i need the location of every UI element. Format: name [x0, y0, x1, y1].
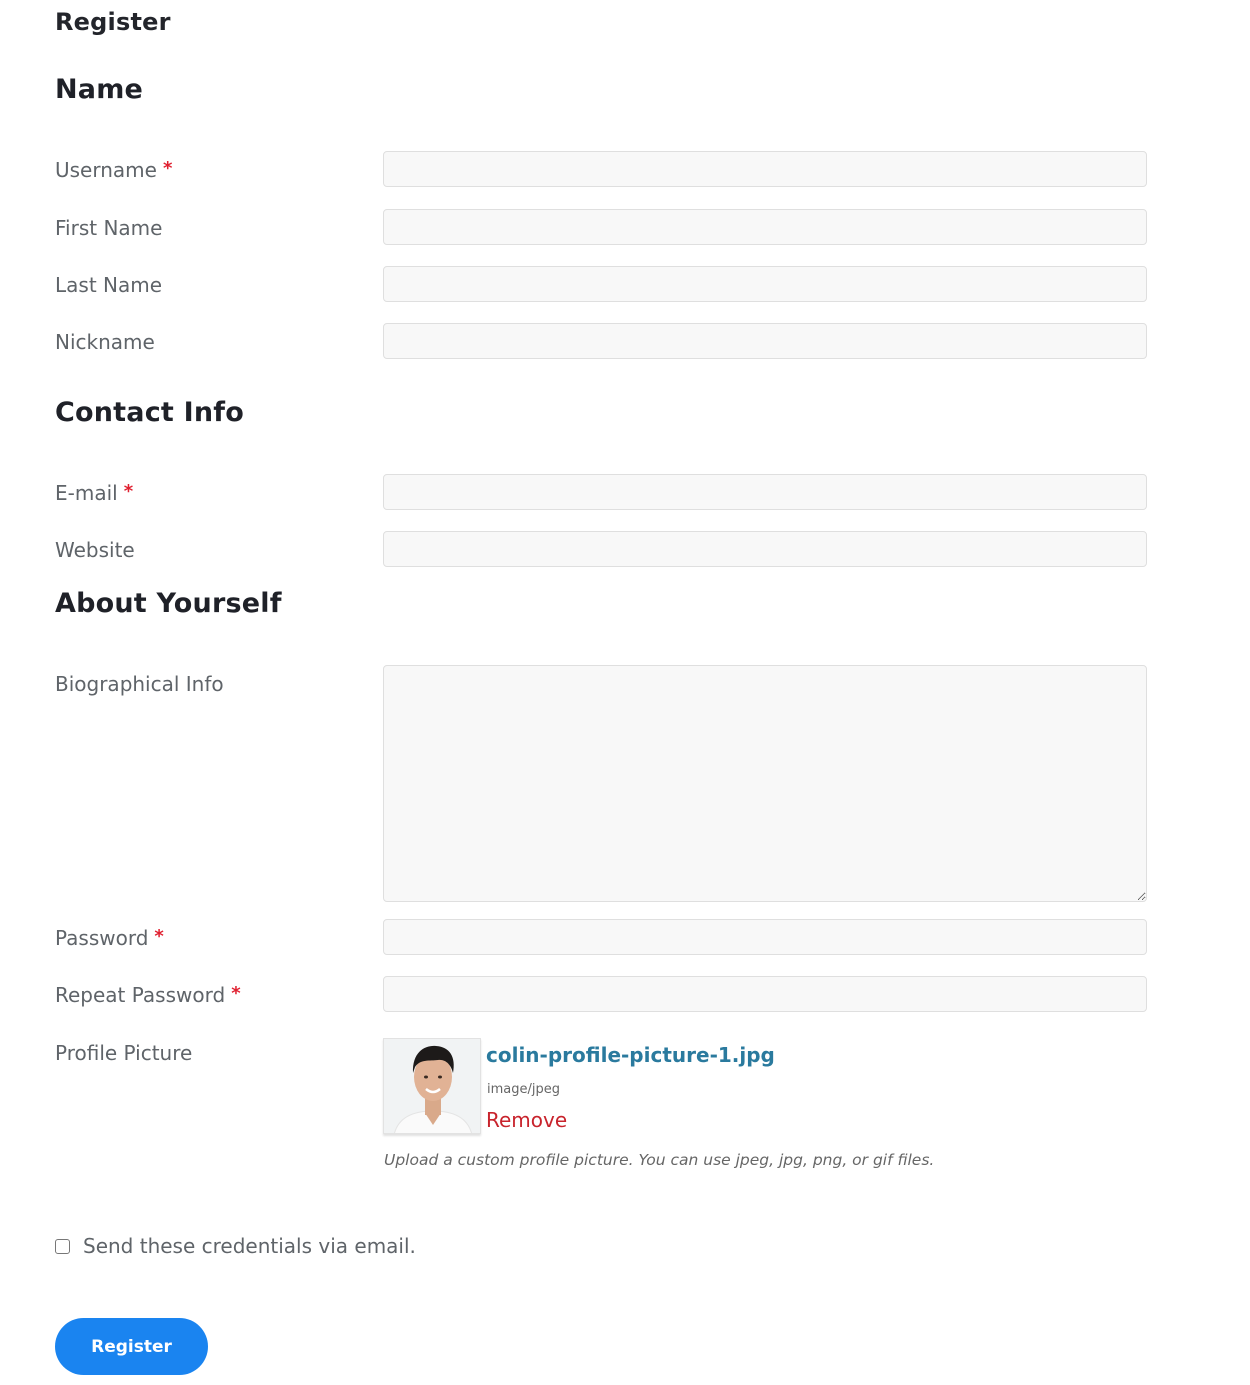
profile-picture-hint: Upload a custom profile picture. You can… — [384, 1151, 935, 1169]
password-label: Password * — [55, 926, 164, 950]
required-asterisk: * — [154, 926, 164, 947]
send-credentials-label[interactable]: Send these credentials via email. — [83, 1234, 416, 1258]
password-input[interactable] — [383, 919, 1147, 955]
profile-picture-file-link[interactable]: colin-profile-picture-1.jpg — [486, 1043, 775, 1067]
section-title-about: About Yourself — [55, 588, 282, 619]
website-input[interactable] — [383, 531, 1147, 567]
repeat-password-input[interactable] — [383, 976, 1147, 1012]
nickname-label: Nickname — [55, 330, 155, 354]
send-credentials-checkbox[interactable] — [55, 1239, 70, 1254]
nickname-input[interactable] — [383, 323, 1147, 359]
required-asterisk: * — [231, 983, 241, 1004]
remove-profile-picture-link[interactable]: Remove — [486, 1108, 567, 1132]
profile-picture-file-type: image/jpeg — [487, 1082, 560, 1097]
page-title: Register — [55, 8, 171, 36]
first-name-input[interactable] — [383, 209, 1147, 245]
section-title-name: Name — [55, 74, 144, 105]
website-label: Website — [55, 538, 135, 562]
bio-textarea[interactable] — [383, 665, 1147, 902]
required-asterisk: * — [162, 158, 173, 179]
last-name-input[interactable] — [383, 266, 1147, 302]
register-button[interactable]: Register — [55, 1318, 208, 1375]
section-title-contact: Contact Info — [55, 397, 244, 428]
username-input[interactable] — [383, 151, 1147, 187]
first-name-label: First Name — [55, 216, 163, 240]
repeat-password-label: Repeat Password * — [55, 983, 241, 1007]
email-label: E-mail * — [55, 481, 134, 505]
last-name-label: Last Name — [55, 273, 163, 297]
required-asterisk: * — [123, 481, 134, 502]
email-input[interactable] — [383, 474, 1147, 510]
avatar-person-icon — [384, 1039, 480, 1133]
profile-picture-label: Profile Picture — [55, 1041, 193, 1065]
bio-label: Biographical Info — [55, 672, 224, 696]
profile-picture-thumbnail — [383, 1038, 481, 1134]
username-label: Username * — [55, 158, 173, 182]
